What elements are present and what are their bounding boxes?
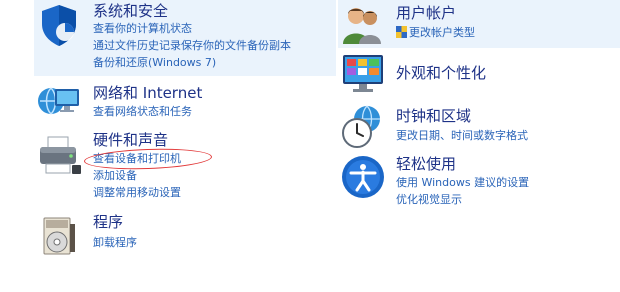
users-icon [340,2,386,48]
change-account-type-label: 更改帐户类型 [409,26,475,39]
ease-of-access-title[interactable]: 轻松使用 [396,155,456,173]
use-windows-recommended-settings-link[interactable]: 使用 Windows 建议的设置 [396,176,529,190]
printer-icon [36,131,82,177]
network-globe-icon [36,79,82,125]
clock-region-title[interactable]: 时钟和区域 [396,107,471,125]
add-device-link[interactable]: 添加设备 [93,169,137,183]
file-history-backup-link[interactable]: 通过文件历史记录保存你的文件备份副本 [93,39,291,53]
ease-of-access-icon [340,154,386,200]
shield-icon [36,2,82,48]
hardware-sound-title[interactable]: 硬件和声音 [93,131,168,149]
uac-shield-icon [396,26,407,38]
view-computer-status-link[interactable]: 查看你的计算机状态 [93,22,192,36]
appearance-monitor-icon [340,50,386,96]
view-devices-printers-link[interactable]: 查看设备和打印机 [93,152,181,166]
network-internet-title[interactable]: 网络和 Internet [93,84,202,102]
change-account-type-link[interactable]: 更改帐户类型 [396,26,475,40]
programs-disc-icon [36,212,82,258]
optimize-visual-display-link[interactable]: 优化视觉显示 [396,193,462,207]
clock-globe-icon [340,104,386,150]
change-date-time-format-link[interactable]: 更改日期、时间或数字格式 [396,129,528,143]
system-security-title[interactable]: 系统和安全 [93,2,168,20]
adjust-mobility-settings-link[interactable]: 调整常用移动设置 [93,186,181,200]
user-accounts-title[interactable]: 用户帐户 [396,4,456,22]
uninstall-program-link[interactable]: 卸载程序 [93,236,137,250]
view-network-status-link[interactable]: 查看网络状态和任务 [93,105,192,119]
programs-title[interactable]: 程序 [93,213,123,231]
backup-restore-link[interactable]: 备份和还原(Windows 7) [93,56,216,70]
appearance-title[interactable]: 外观和个性化 [396,64,486,82]
